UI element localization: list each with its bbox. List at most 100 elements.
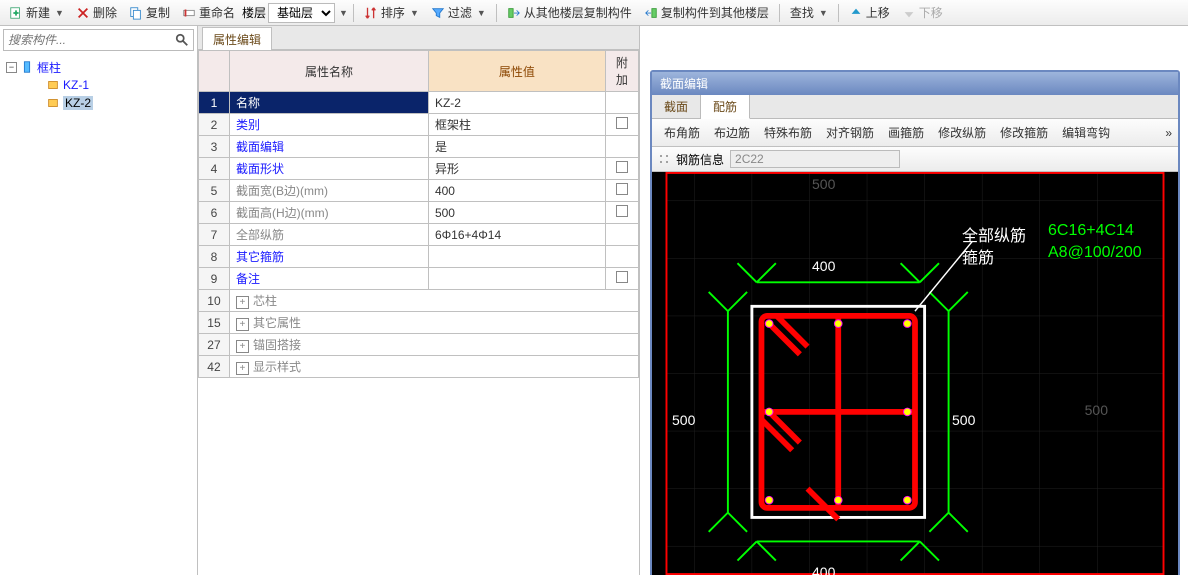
table-row[interactable]: 7全部纵筋6Φ16+4Φ14 bbox=[199, 224, 639, 246]
table-group-row[interactable]: 10+芯柱 bbox=[199, 290, 639, 312]
find-button[interactable]: 查找▼ bbox=[785, 2, 833, 23]
prop-extra[interactable] bbox=[605, 136, 638, 158]
delete-label: 删除 bbox=[93, 4, 117, 21]
dim-bottom: 400 bbox=[812, 564, 835, 575]
prop-value[interactable]: 500 bbox=[428, 202, 605, 224]
table-group-row[interactable]: 27+锚固搭接 bbox=[199, 334, 639, 356]
rename-label: 重命名 bbox=[199, 4, 235, 21]
checkbox-icon[interactable] bbox=[616, 183, 628, 195]
separator bbox=[353, 4, 354, 22]
tree-item-kz2[interactable]: KZ-2 bbox=[2, 94, 195, 112]
table-group-row[interactable]: 15+其它属性 bbox=[199, 312, 639, 334]
prop-value[interactable]: 6Φ16+4Φ14 bbox=[428, 224, 605, 246]
tab-section[interactable]: 截面 bbox=[652, 95, 701, 118]
collapse-icon[interactable]: − bbox=[6, 62, 17, 73]
expand-icon[interactable]: + bbox=[236, 296, 249, 309]
tree-item-label: KZ-2 bbox=[63, 96, 93, 110]
prop-extra[interactable] bbox=[605, 92, 638, 114]
row-number: 42 bbox=[199, 356, 230, 378]
tool-edit-hook[interactable]: 编辑弯钩 bbox=[1056, 122, 1116, 143]
delete-button[interactable]: 删除 bbox=[71, 2, 122, 23]
tool-edit-stirrup[interactable]: 修改箍筋 bbox=[994, 122, 1054, 143]
prop-extra[interactable] bbox=[605, 202, 638, 224]
checkbox-icon[interactable] bbox=[616, 161, 628, 173]
dropdown-icon: ▼ bbox=[55, 8, 64, 18]
tab-rebar[interactable]: 配筋 bbox=[701, 95, 750, 119]
copy-from-button[interactable]: 从其他楼层复制构件 bbox=[502, 2, 637, 23]
tool-edit-long[interactable]: 修改纵筋 bbox=[932, 122, 992, 143]
up-icon bbox=[849, 6, 863, 20]
label-all-rebar-val: 6C16+4C14 bbox=[1048, 222, 1134, 240]
table-row[interactable]: 8其它箍筋 bbox=[199, 246, 639, 268]
dropdown-icon: ▼ bbox=[477, 8, 486, 18]
rename-icon bbox=[182, 6, 196, 20]
row-number: 6 bbox=[199, 202, 230, 224]
group-name[interactable]: +其它属性 bbox=[229, 312, 638, 334]
filter-button[interactable]: 过滤▼ bbox=[426, 2, 491, 23]
delete-icon bbox=[76, 6, 90, 20]
sort-button[interactable]: 排序▼ bbox=[359, 2, 424, 23]
tree-item-kz1[interactable]: KZ-1 bbox=[2, 76, 195, 94]
table-row[interactable]: 6截面高(H边)(mm)500 bbox=[199, 202, 639, 224]
tool-edge-rebar[interactable]: 布边筋 bbox=[708, 122, 756, 143]
prop-value[interactable]: 400 bbox=[428, 180, 605, 202]
prop-extra[interactable] bbox=[605, 180, 638, 202]
down-icon bbox=[902, 6, 916, 20]
table-row[interactable]: 2类别框架柱 bbox=[199, 114, 639, 136]
prop-value[interactable]: 框架柱 bbox=[428, 114, 605, 136]
section-tabs: 截面 配筋 bbox=[652, 95, 1178, 119]
group-name[interactable]: +芯柱 bbox=[229, 290, 638, 312]
table-row[interactable]: 5截面宽(B边)(mm)400 bbox=[199, 180, 639, 202]
floor-select[interactable]: 基础层 bbox=[268, 3, 335, 23]
copy-to-button[interactable]: 复制构件到其他楼层 bbox=[639, 2, 774, 23]
search-button[interactable] bbox=[171, 30, 193, 50]
prop-extra[interactable] bbox=[605, 158, 638, 180]
copy-to-label: 复制构件到其他楼层 bbox=[661, 4, 769, 21]
tool-align-rebar[interactable]: 对齐钢筋 bbox=[820, 122, 880, 143]
left-panel: − 框柱 KZ-1 KZ-2 bbox=[0, 26, 198, 575]
prop-value[interactable]: 是 bbox=[428, 136, 605, 158]
table-row[interactable]: 4截面形状异形 bbox=[199, 158, 639, 180]
property-tab[interactable]: 属性编辑 bbox=[202, 27, 272, 51]
checkbox-icon[interactable] bbox=[616, 271, 628, 283]
group-name[interactable]: +锚固搭接 bbox=[229, 334, 638, 356]
table-row[interactable]: 9备注 bbox=[199, 268, 639, 290]
prop-extra[interactable] bbox=[605, 224, 638, 246]
prop-extra[interactable] bbox=[605, 114, 638, 136]
prop-value[interactable]: KZ-2 bbox=[428, 92, 605, 114]
tree-root[interactable]: − 框柱 bbox=[2, 58, 195, 76]
rename-button[interactable]: 重命名 bbox=[177, 2, 240, 23]
tool-corner-rebar[interactable]: 布角筋 bbox=[658, 122, 706, 143]
search-input[interactable] bbox=[4, 31, 171, 49]
expand-icon[interactable]: + bbox=[236, 340, 249, 353]
prop-extra[interactable] bbox=[605, 268, 638, 290]
checkbox-icon[interactable] bbox=[616, 117, 628, 129]
expand-icon[interactable]: + bbox=[236, 362, 249, 375]
up-button[interactable]: 上移 bbox=[844, 2, 895, 23]
rebar-info-input[interactable] bbox=[730, 150, 900, 168]
checkbox-icon[interactable] bbox=[616, 205, 628, 217]
expand-icon[interactable]: + bbox=[236, 318, 249, 331]
table-group-row[interactable]: 42+显示样式 bbox=[199, 356, 639, 378]
section-canvas[interactable]: 400 400 500 500 500 500 全部纵筋 6C16+4C14 箍… bbox=[652, 172, 1178, 575]
copy-button[interactable]: 复制 bbox=[124, 2, 175, 23]
row-number: 1 bbox=[199, 92, 230, 114]
dropdown-icon: ▼ bbox=[339, 8, 348, 18]
group-name[interactable]: +显示样式 bbox=[229, 356, 638, 378]
sort-icon bbox=[364, 6, 378, 20]
prop-extra[interactable] bbox=[605, 246, 638, 268]
down-label: 下移 bbox=[919, 4, 943, 21]
col-num bbox=[199, 51, 230, 92]
toolbar-overflow[interactable]: » bbox=[1165, 126, 1172, 140]
table-row[interactable]: 1名称KZ-2 bbox=[199, 92, 639, 114]
main-toolbar: 新建▼ 删除 复制 重命名 楼层 基础层 ▼ 排序▼ 过滤▼ 从其他楼层复制构件… bbox=[0, 0, 1188, 26]
prop-value[interactable]: 异形 bbox=[428, 158, 605, 180]
prop-value[interactable] bbox=[428, 246, 605, 268]
tool-special-rebar[interactable]: 特殊布筋 bbox=[758, 122, 818, 143]
col-extra: 附加 bbox=[605, 51, 638, 92]
prop-value[interactable] bbox=[428, 268, 605, 290]
new-button[interactable]: 新建▼ bbox=[4, 2, 69, 23]
tool-draw-stirrup[interactable]: 画箍筋 bbox=[882, 122, 930, 143]
table-row[interactable]: 3截面编辑是 bbox=[199, 136, 639, 158]
floor-label: 楼层 bbox=[242, 4, 266, 21]
